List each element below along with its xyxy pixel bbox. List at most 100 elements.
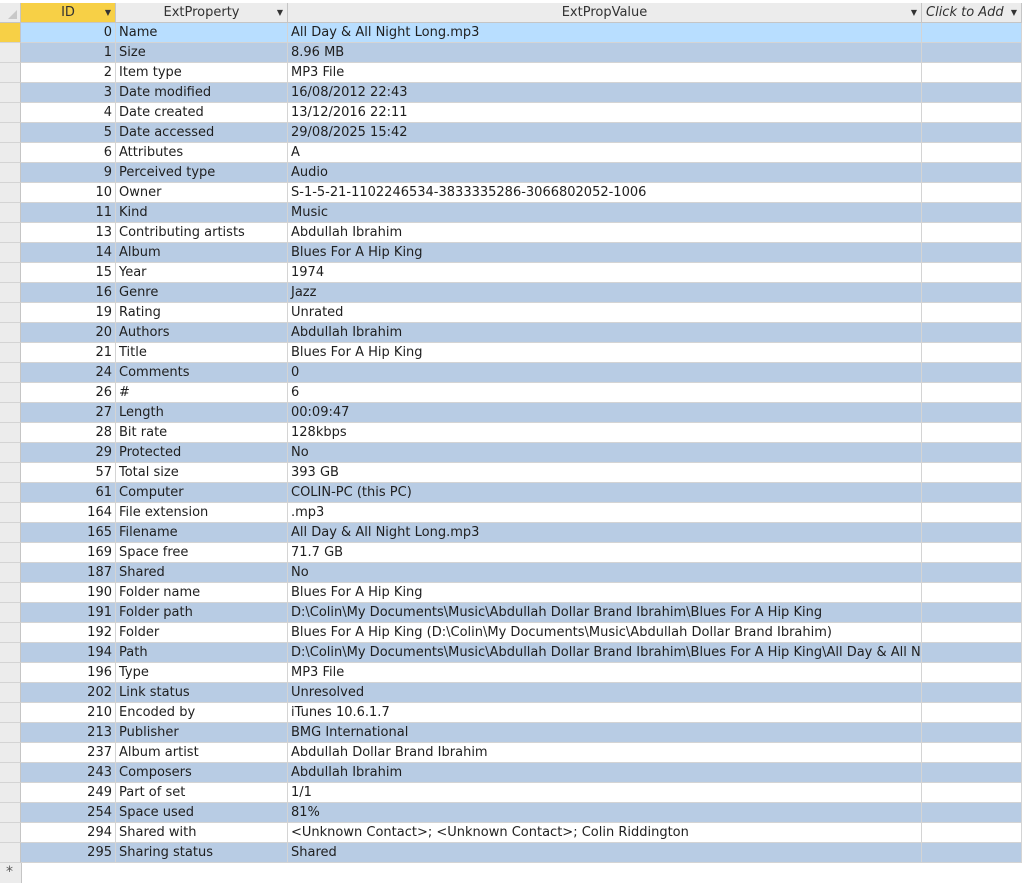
table-row[interactable]: 237 Album artist Abdullah Dollar Brand Ibr…	[0, 743, 1022, 763]
cell-extpropvalue[interactable]: 393 GB	[288, 463, 922, 483]
record-selector[interactable]	[0, 83, 21, 103]
cell-extpropvalue[interactable]: Blues For A Hip King	[288, 583, 922, 603]
cell-extpropvalue[interactable]: Abdullah Ibrahim	[288, 323, 922, 343]
record-selector[interactable]	[0, 203, 21, 223]
table-row[interactable]: 19 Rating Unrated	[0, 303, 1022, 323]
column-header-extpropvalue[interactable]: ExtPropValue ▼	[288, 3, 922, 23]
cell-id[interactable]: 15	[21, 263, 116, 283]
table-row[interactable]: 26 #6	[0, 383, 1022, 403]
cell-extpropvalue[interactable]: Audio	[288, 163, 922, 183]
cell-extpropvalue[interactable]: 1/1	[288, 783, 922, 803]
record-selector[interactable]	[0, 263, 21, 283]
table-row[interactable]: 165 Filename All Day & All Night Long.mp3	[0, 523, 1022, 543]
record-selector[interactable]	[0, 663, 21, 683]
record-selector[interactable]	[0, 443, 21, 463]
record-selector[interactable]	[0, 603, 21, 623]
record-selector[interactable]	[0, 183, 21, 203]
cell-extpropvalue[interactable]: BMG International	[288, 723, 922, 743]
cell-extproperty[interactable]: Rating	[116, 303, 288, 323]
cell-click-to-add[interactable]	[922, 223, 1022, 243]
chevron-down-icon[interactable]: ▼	[105, 3, 111, 22]
cell-extpropvalue[interactable]: 29/08/2025 15:42	[288, 123, 922, 143]
table-row[interactable]: 169 Space free 71.7 GB	[0, 543, 1022, 563]
table-row[interactable]: 1 Size 8.96 MB	[0, 43, 1022, 63]
cell-click-to-add[interactable]	[922, 343, 1022, 363]
cell-extproperty[interactable]: Protected	[116, 443, 288, 463]
cell-extproperty[interactable]: Shared with	[116, 823, 288, 843]
cell-extpropvalue[interactable]: Unresolved	[288, 683, 922, 703]
cell-extproperty[interactable]: Contributing artists	[116, 223, 288, 243]
record-selector[interactable]	[0, 543, 21, 563]
cell-extpropvalue[interactable]: D:\Colin\My Documents\Music\Abdullah Dol…	[288, 603, 922, 623]
table-row[interactable]: 294 Shared with <Unknown Contact>; <Unknow…	[0, 823, 1022, 843]
cell-extproperty[interactable]: Album artist	[116, 743, 288, 763]
cell-extpropvalue[interactable]: All Day & All Night Long.mp3	[288, 523, 922, 543]
cell-extproperty[interactable]: Shared	[116, 563, 288, 583]
record-selector[interactable]: *	[0, 863, 22, 883]
cell-extproperty[interactable]: File extension	[116, 503, 288, 523]
table-row[interactable]: 11 Kind Music	[0, 203, 1022, 223]
cell-click-to-add[interactable]	[922, 663, 1022, 683]
cell-extpropvalue[interactable]: Blues For A Hip King	[288, 343, 922, 363]
record-selector[interactable]	[0, 303, 21, 323]
cell-click-to-add[interactable]	[922, 723, 1022, 743]
table-row[interactable]: 196 Type MP3 File	[0, 663, 1022, 683]
cell-extproperty[interactable]: Authors	[116, 323, 288, 343]
cell-id[interactable]: 192	[21, 623, 116, 643]
cell-id[interactable]: 3	[21, 83, 116, 103]
record-selector[interactable]	[0, 823, 21, 843]
record-selector[interactable]	[0, 363, 21, 383]
cell-extpropvalue[interactable]: 6	[288, 383, 922, 403]
cell-click-to-add[interactable]	[922, 283, 1022, 303]
cell-extproperty[interactable]: Kind	[116, 203, 288, 223]
cell-click-to-add[interactable]	[922, 783, 1022, 803]
cell-extpropvalue[interactable]: Blues For A Hip King (D:\Colin\My Docume…	[288, 623, 922, 643]
record-selector[interactable]	[0, 503, 21, 523]
cell-click-to-add[interactable]	[922, 763, 1022, 783]
cell-click-to-add[interactable]	[922, 363, 1022, 383]
cell-id[interactable]: 6	[21, 143, 116, 163]
cell-extproperty[interactable]: Path	[116, 643, 288, 663]
cell-click-to-add[interactable]	[922, 523, 1022, 543]
table-row[interactable]: 15 Year 1974	[0, 263, 1022, 283]
cell-id[interactable]: 10	[21, 183, 116, 203]
table-row[interactable]: 2 Item type MP3 File	[0, 63, 1022, 83]
table-row[interactable]: 5 Date accessed 29/08/2025 15:42	[0, 123, 1022, 143]
cell-extproperty[interactable]: Owner	[116, 183, 288, 203]
cell-extpropvalue[interactable]: Blues For A Hip King	[288, 243, 922, 263]
cell-extpropvalue[interactable]: Abdullah Dollar Brand Ibrahim	[288, 743, 922, 763]
record-selector[interactable]	[0, 403, 21, 423]
cell-id[interactable]: 21	[21, 343, 116, 363]
cell-click-to-add[interactable]	[922, 683, 1022, 703]
select-all-corner[interactable]	[0, 3, 21, 23]
column-header-extproperty[interactable]: ExtProperty ▼	[116, 3, 288, 23]
cell-extproperty[interactable]: Comments	[116, 363, 288, 383]
record-selector[interactable]	[0, 23, 21, 43]
record-selector[interactable]	[0, 103, 21, 123]
cell-id[interactable]: 196	[21, 663, 116, 683]
cell-id[interactable]: 213	[21, 723, 116, 743]
record-selector[interactable]	[0, 123, 21, 143]
cell-click-to-add[interactable]	[922, 303, 1022, 323]
record-selector[interactable]	[0, 583, 21, 603]
table-row[interactable]: 4 Date created 13/12/2016 22:11	[0, 103, 1022, 123]
new-record-row[interactable]: *	[0, 863, 1022, 883]
cell-extpropvalue[interactable]: Jazz	[288, 283, 922, 303]
record-selector[interactable]	[0, 523, 21, 543]
cell-id[interactable]: 2	[21, 63, 116, 83]
cell-click-to-add[interactable]	[922, 423, 1022, 443]
cell-id[interactable]: 0	[21, 23, 116, 43]
cell-extproperty[interactable]: Space free	[116, 543, 288, 563]
cell-id[interactable]: 14	[21, 243, 116, 263]
cell-extpropvalue[interactable]: A	[288, 143, 922, 163]
cell-extpropvalue[interactable]: MP3 File	[288, 63, 922, 83]
cell-id[interactable]: 1	[21, 43, 116, 63]
cell-extpropvalue[interactable]: 71.7 GB	[288, 543, 922, 563]
record-selector[interactable]	[0, 323, 21, 343]
cell-click-to-add[interactable]	[922, 483, 1022, 503]
cell-click-to-add[interactable]	[922, 843, 1022, 863]
cell-extproperty[interactable]: Title	[116, 343, 288, 363]
cell-click-to-add[interactable]	[922, 583, 1022, 603]
cell-click-to-add[interactable]	[922, 403, 1022, 423]
cell-extpropvalue[interactable]: Shared	[288, 843, 922, 863]
